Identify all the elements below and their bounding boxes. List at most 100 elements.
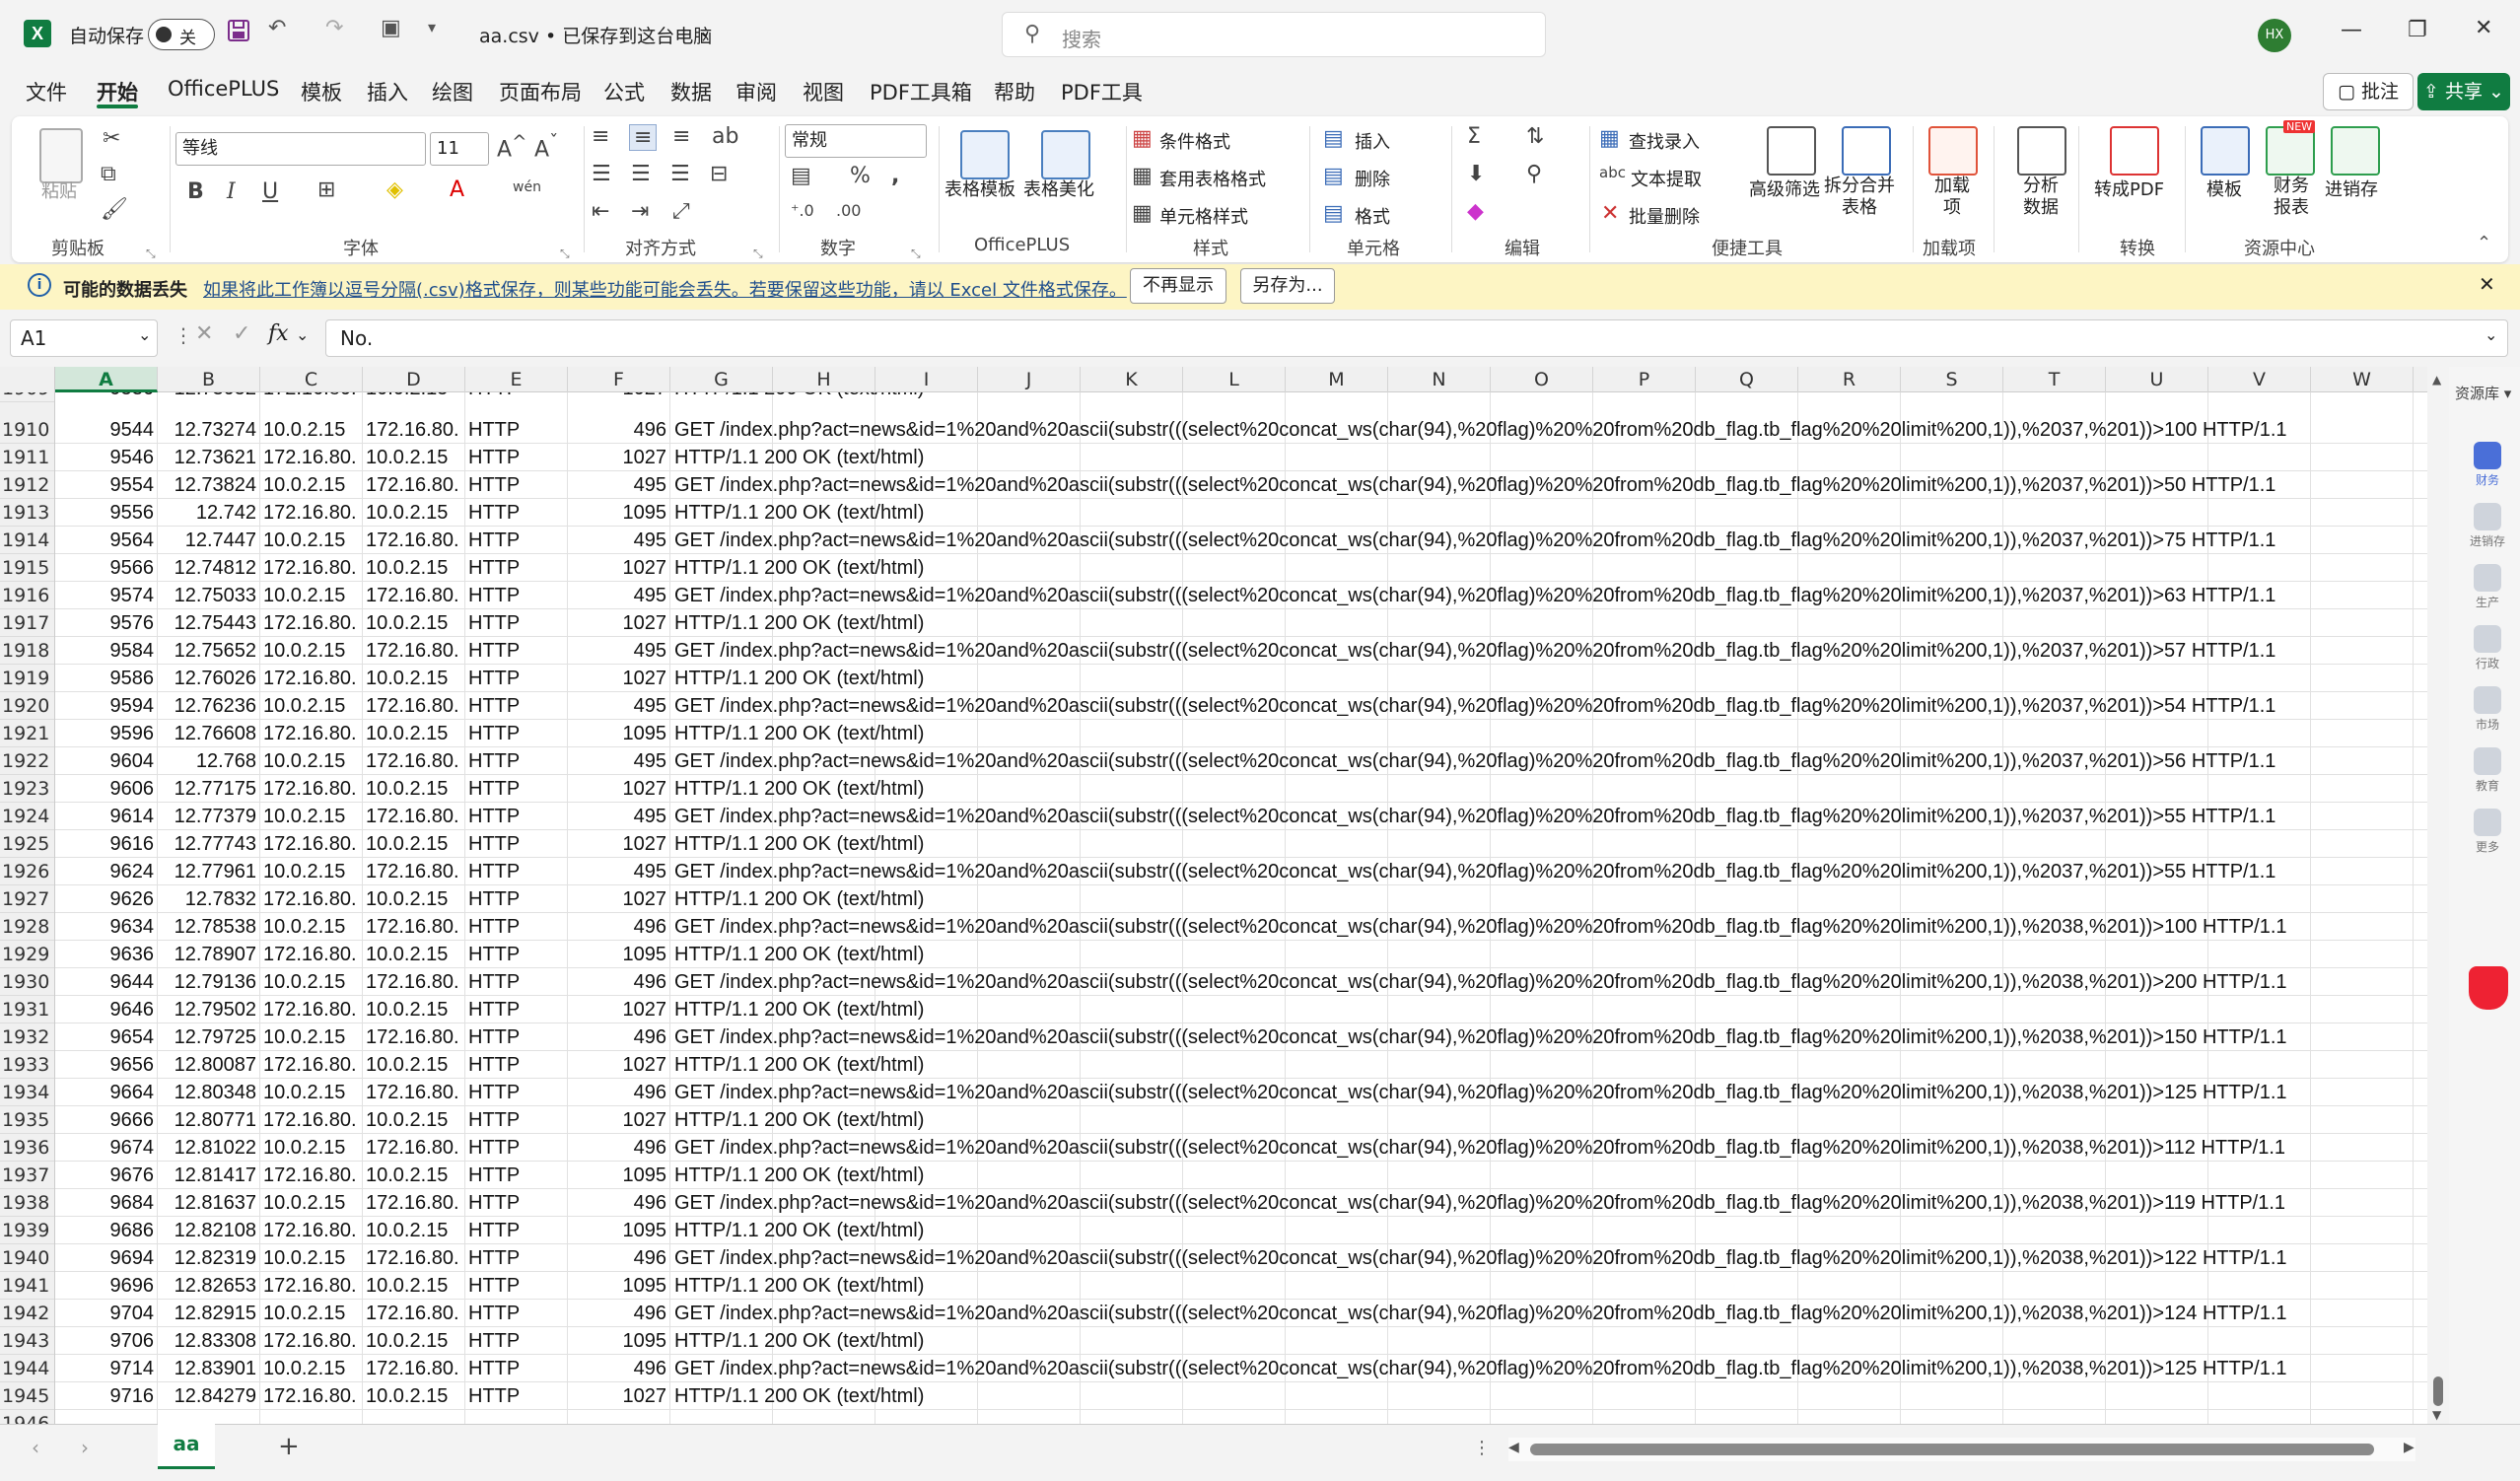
cell[interactable]: 172.16.80.	[260, 775, 363, 803]
undo-icon[interactable]: ↶	[268, 16, 286, 40]
cell[interactable]: 9674	[55, 1134, 158, 1162]
cell[interactable]: 496	[568, 1244, 670, 1272]
conditional-format-icon[interactable]: ▦	[1132, 126, 1153, 151]
cell[interactable]: 9676	[55, 1162, 158, 1189]
cell[interactable]: 172.16.80.	[260, 1382, 363, 1410]
column-header-v[interactable]: V	[2208, 367, 2311, 392]
collapse-ribbon-icon[interactable]: ⌃	[2477, 233, 2491, 253]
cell[interactable]: HTTP	[465, 1355, 568, 1382]
conditional-format-button[interactable]: 条件格式	[1159, 128, 1230, 154]
cell[interactable]: 9716	[55, 1382, 158, 1410]
cell[interactable]: 10.0.2.15	[363, 1051, 465, 1079]
tab-draw[interactable]: 绘图	[432, 77, 473, 106]
cell[interactable]: HTTP	[465, 858, 568, 885]
cell[interactable]: 172.16.80.	[260, 554, 363, 582]
cell[interactable]: 496	[568, 1300, 670, 1327]
cell[interactable]: 12.76236	[158, 692, 260, 720]
cell[interactable]: 9604	[55, 747, 158, 775]
row-header[interactable]: 1924	[0, 803, 54, 830]
cell[interactable]: 10.0.2.15	[260, 803, 363, 830]
cell[interactable]: 172.16.80.	[363, 471, 465, 499]
cell[interactable]: HTTP	[465, 637, 568, 665]
template-button[interactable]: 模板	[2206, 176, 2242, 201]
comment-button[interactable]: ▢ 批注	[2323, 73, 2414, 110]
column-header-j[interactable]: J	[978, 367, 1081, 392]
cell[interactable]: 12.77743	[158, 830, 260, 858]
phonetic-icon[interactable]: wén	[513, 179, 541, 195]
column-header-i[interactable]: I	[875, 367, 978, 392]
cell[interactable]: GET /index.php?act=news&id=1%20and%20asc…	[670, 1244, 2287, 1272]
row-header[interactable]: 1925	[0, 830, 54, 858]
cell[interactable]: HTTP	[465, 692, 568, 720]
cell[interactable]: HTTP/1.1 200 OK (text/html)	[670, 1051, 924, 1079]
cell[interactable]: 1095	[568, 1327, 670, 1355]
row-header[interactable]: 1940	[0, 1244, 54, 1272]
resource-item[interactable]: 进销存	[2441, 503, 2520, 549]
find-entry-button[interactable]: 查找录入	[1629, 128, 1700, 154]
delete-cells-icon[interactable]: ▤	[1323, 164, 1344, 188]
cell[interactable]: HTTP/1.1 200 OK (text/html)	[670, 1106, 924, 1134]
row-header[interactable]: 1926	[0, 858, 54, 885]
cell[interactable]: 9606	[55, 775, 158, 803]
tab-view[interactable]: 视图	[803, 77, 844, 106]
cell[interactable]: 496	[568, 416, 670, 444]
maximize-icon[interactable]: ❐	[2408, 18, 2427, 42]
cell[interactable]: 1027	[568, 775, 670, 803]
row-header[interactable]: 1914	[0, 527, 54, 554]
cell[interactable]: 172.16.80.	[260, 444, 363, 471]
cell[interactable]: HTTP/1.1 200 OK (text/html)	[670, 941, 924, 968]
column-header-g[interactable]: G	[670, 367, 773, 392]
cell[interactable]: HTTP	[465, 885, 568, 913]
comma-icon[interactable]: ,	[891, 164, 899, 188]
percent-icon[interactable]: %	[850, 164, 871, 188]
analyze-data-button[interactable]: 分析数据	[2019, 176, 2063, 219]
cell[interactable]: 9664	[55, 1079, 158, 1106]
dialog-launcher-icon[interactable]: ⤡	[560, 247, 570, 261]
cancel-icon[interactable]: ✕	[195, 321, 213, 346]
cell[interactable]: GET /index.php?act=news&id=1%20and%20asc…	[670, 527, 2275, 554]
horizontal-scroll-thumb[interactable]	[1530, 1444, 2374, 1455]
column-header-w[interactable]: W	[2311, 367, 2414, 392]
cell[interactable]: HTTP	[465, 1134, 568, 1162]
gift-icon[interactable]	[2469, 966, 2508, 1010]
tab-template[interactable]: 模板	[301, 77, 342, 106]
format-painter-icon[interactable]: 🖌	[101, 197, 128, 222]
cell[interactable]: HTTP	[465, 1217, 568, 1244]
tab-formulas[interactable]: 公式	[603, 77, 645, 106]
cell[interactable]: 10.0.2.15	[363, 1217, 465, 1244]
file-title[interactable]: aa.csv • 已保存到这台电脑	[479, 22, 712, 48]
fill-icon[interactable]: ⬇	[1467, 162, 1485, 186]
enter-icon[interactable]: ✓	[233, 321, 250, 346]
cell[interactable]: 496	[568, 1355, 670, 1382]
cell[interactable]: 9696	[55, 1272, 158, 1300]
row-header[interactable]: 1915	[0, 554, 54, 582]
font-name-select[interactable]: 等线	[175, 132, 426, 166]
cell[interactable]: 172.16.80.	[363, 747, 465, 775]
cell[interactable]: 1095	[568, 1162, 670, 1189]
row-header[interactable]: 1910	[0, 416, 54, 444]
cell[interactable]: 12.73274	[158, 416, 260, 444]
cell[interactable]: HTTP	[465, 996, 568, 1023]
chevron-down-icon[interactable]: ⌄	[296, 325, 309, 344]
cell[interactable]: 10.0.2.15	[260, 858, 363, 885]
cell[interactable]: 172.16.80.	[363, 968, 465, 996]
cell[interactable]: 496	[568, 1134, 670, 1162]
cell[interactable]: 10.0.2.15	[260, 692, 363, 720]
cell[interactable]: 12.80087	[158, 1051, 260, 1079]
cell[interactable]: 496	[568, 1023, 670, 1051]
decrease-decimal-icon[interactable]: .00	[836, 201, 861, 220]
paste-button[interactable]: 粘贴	[41, 177, 77, 203]
worksheet-grid[interactable]: ABCDEFGHIJKLMNOPQRSTUVW 1909 191019111912…	[0, 367, 2427, 1424]
cell[interactable]: 172.16.80.	[363, 527, 465, 554]
cell[interactable]: 12.742	[158, 499, 260, 527]
cell[interactable]: 9596	[55, 720, 158, 747]
cell[interactable]: 172.16.80.	[260, 1327, 363, 1355]
split-merge-icon[interactable]	[1842, 126, 1891, 176]
cell[interactable]: 172.16.80.	[363, 1023, 465, 1051]
cell[interactable]: HTTP/1.1 200 OK (text/html)	[670, 1217, 924, 1244]
find-entry-icon[interactable]: ▦	[1599, 126, 1620, 151]
increase-font-icon[interactable]: A^	[497, 132, 526, 162]
cell[interactable]: GET /index.php?act=news&id=1%20and%20asc…	[670, 1023, 2287, 1051]
next-sheet-icon[interactable]: ›	[81, 1436, 89, 1459]
currency-icon[interactable]: ▤	[791, 164, 811, 188]
